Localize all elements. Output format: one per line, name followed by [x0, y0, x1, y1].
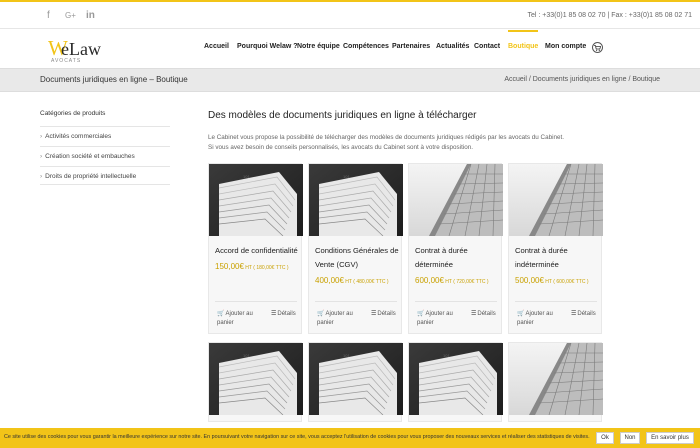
list-icon: ☰ [271, 311, 277, 317]
top-bar: f G+ in Tel : +33(0)1 85 08 02 70 | Fax … [0, 2, 700, 29]
sidebar-title: Catégories de produits [40, 110, 106, 117]
sidebar-item-activites[interactable]: › Activités commerciales [40, 126, 170, 145]
cookie-no-button[interactable]: Non [620, 432, 640, 444]
list-icon: ☰ [371, 311, 377, 317]
logo-subtitle: AVOCATS [51, 58, 82, 64]
linkedin-icon[interactable]: in [86, 10, 95, 21]
sidebar-item-propriete[interactable]: › Droits de propriété intellectuelle [40, 166, 170, 185]
product-price: 600,00€ HT ( 720,00€ TTC ) [415, 276, 489, 285]
product-image-documents[interactable] [309, 343, 403, 415]
product-image-documents[interactable] [209, 343, 303, 415]
cart-icon: 🛒 [417, 311, 425, 317]
sidebar-item-label: Activités commerciales [45, 133, 112, 140]
list-icon: ☰ [571, 311, 577, 317]
add-to-cart-button[interactable]: 🛒Ajouter au panier [217, 310, 253, 328]
cookie-banner: Ce site utilise des cookies pour vous ga… [0, 428, 700, 448]
nav-partenaires[interactable]: Partenaires [392, 43, 430, 50]
product-image-documents[interactable] [309, 164, 403, 236]
page-title-bar: Documents juridiques en ligne – Boutique… [0, 68, 700, 92]
nav-pourquoi[interactable]: Pourquoi Welaw ? [237, 43, 298, 50]
add-to-cart-button[interactable]: 🛒Ajouter au panier [417, 310, 453, 328]
product-price: 400,00€ HT ( 480,00€ TTC ) [315, 276, 389, 285]
product-image-building[interactable] [509, 343, 603, 415]
add-to-cart-button[interactable]: 🛒Ajouter au panier [317, 310, 353, 328]
sidebar-item-label: Droits de propriété intellectuelle [45, 173, 137, 180]
site-header: W eLaw AVOCATS Accueil Pourquoi Welaw ? … [0, 30, 700, 68]
cart-icon: 🛒 [217, 311, 225, 317]
chevron-right-icon: › [40, 173, 43, 180]
cookie-more-button[interactable]: En savoir plus [646, 432, 694, 444]
product-card[interactable]: Contrat à durée déterminée 600,00€ HT ( 7… [408, 163, 502, 334]
card-divider [315, 301, 397, 302]
card-divider [215, 301, 297, 302]
cart-icon[interactable] [592, 42, 603, 53]
product-image-building[interactable] [409, 164, 503, 236]
cart-icon: 🛒 [317, 311, 325, 317]
sidebar-item-creation[interactable]: › Création société et embauches [40, 146, 170, 165]
nav-competences[interactable]: Compétences [343, 43, 389, 50]
google-plus-icon[interactable]: G+ [65, 11, 76, 20]
product-image-documents[interactable] [409, 343, 503, 415]
chevron-right-icon: › [40, 153, 43, 160]
product-price: 150,00€ HT ( 180,00€ TTC ) [215, 262, 289, 271]
nav-contact[interactable]: Contact [474, 43, 500, 50]
product-card[interactable]: Conditions Générales de Vente (CGV) 400,0… [308, 163, 402, 334]
nav-accueil[interactable]: Accueil [204, 43, 229, 50]
product-image-documents[interactable] [209, 164, 303, 236]
product-price: 500,00€ HT ( 600,00€ TTC ) [515, 276, 589, 285]
nav-mon-compte[interactable]: Mon compte [545, 43, 586, 50]
details-button[interactable]: ☰Détails [571, 310, 596, 317]
page-title: Documents juridiques en ligne – Boutique [40, 75, 188, 84]
chevron-right-icon: › [40, 133, 43, 140]
card-divider [515, 301, 597, 302]
logo-name: eLaw [61, 39, 101, 59]
cart-icon: 🛒 [517, 311, 525, 317]
product-card[interactable] [508, 342, 602, 422]
product-title[interactable]: Contrat à durée indéterminée [515, 244, 599, 272]
logo[interactable]: W eLaw AVOCATS [48, 36, 118, 64]
product-card[interactable] [308, 342, 402, 422]
nav-boutique[interactable]: Boutique [508, 30, 539, 50]
sidebar-item-label: Création société et embauches [45, 153, 135, 160]
product-card[interactable]: Accord de confidentialité 150,00€ HT ( 1… [208, 163, 302, 334]
product-card[interactable] [408, 342, 502, 422]
nav-equipe[interactable]: Notre équipe [297, 43, 340, 50]
details-button[interactable]: ☰Détails [471, 310, 496, 317]
cookie-ok-button[interactable]: Ok [596, 432, 614, 444]
intro-text-line-2: Si vous avez besoin de conseils personna… [208, 144, 473, 151]
facebook-icon[interactable]: f [47, 10, 50, 21]
product-image-building[interactable] [509, 164, 603, 236]
intro-text-line-1: Le Cabinet vous propose la possibilité d… [208, 134, 564, 141]
list-icon: ☰ [471, 311, 477, 317]
product-title[interactable]: Contrat à durée déterminée [415, 244, 499, 272]
product-card[interactable]: Contrat à durée indéterminée 500,00€ HT (… [508, 163, 602, 334]
card-divider [415, 301, 497, 302]
main-heading: Des modèles de documents juridiques en l… [208, 110, 477, 121]
contact-info: Tel : +33(0)1 85 08 02 70 | Fax : +33(0)… [527, 12, 693, 19]
nav-actualites[interactable]: Actualités [436, 43, 469, 50]
product-card[interactable] [208, 342, 302, 422]
details-button[interactable]: ☰Détails [371, 310, 396, 317]
add-to-cart-button[interactable]: 🛒Ajouter au panier [517, 310, 553, 328]
cookie-message: Ce site utilise des cookies pour vous ga… [4, 434, 590, 440]
product-title[interactable]: Conditions Générales de Vente (CGV) [315, 244, 399, 272]
details-button[interactable]: ☰Détails [271, 310, 296, 317]
breadcrumb[interactable]: Accueil / Documents juridiques en ligne … [504, 76, 660, 83]
product-title[interactable]: Accord de confidentialité [215, 244, 299, 258]
